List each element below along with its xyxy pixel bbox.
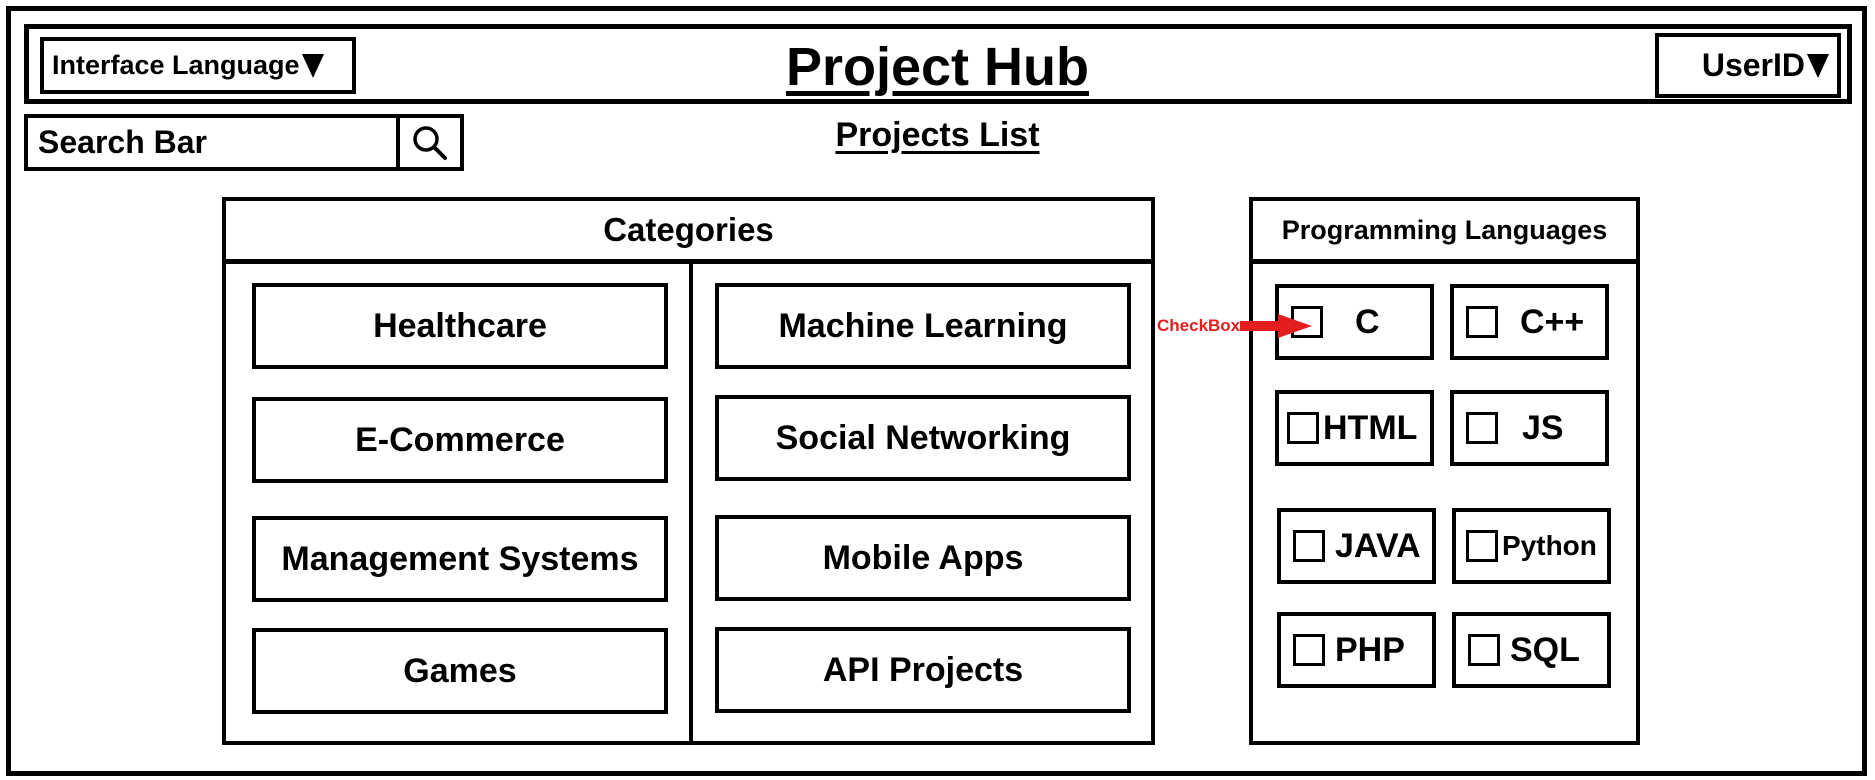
category-button-e-commerce[interactable]: E-Commerce bbox=[252, 397, 668, 483]
language-label: SQL bbox=[1510, 630, 1580, 669]
user-id-label: UserID bbox=[1701, 47, 1805, 83]
category-label: E-Commerce bbox=[355, 420, 565, 459]
category-button-social-networking[interactable]: Social Networking bbox=[715, 395, 1131, 481]
checkbox[interactable] bbox=[1293, 530, 1325, 562]
language-label: JAVA bbox=[1335, 526, 1421, 565]
user-id-dropdown[interactable]: UserID bbox=[1655, 33, 1841, 98]
dropdown-caret-icon bbox=[1807, 53, 1829, 78]
category-button-mobile-apps[interactable]: Mobile Apps bbox=[715, 515, 1131, 601]
programming-languages-panel: Programming Languages C C++ HTML JS JAVA… bbox=[1249, 197, 1640, 745]
language-option-python[interactable]: Python bbox=[1452, 508, 1611, 584]
category-label: Management Systems bbox=[281, 539, 639, 578]
categories-panel: Categories Healthcare E-Commerce Managem… bbox=[222, 197, 1155, 745]
category-button-management-systems[interactable]: Management Systems bbox=[252, 516, 668, 602]
checkbox[interactable] bbox=[1287, 412, 1319, 444]
language-option-js[interactable]: JS bbox=[1450, 390, 1609, 466]
category-label: Machine Learning bbox=[778, 306, 1068, 345]
language-label: PHP bbox=[1335, 630, 1405, 669]
category-label: Social Networking bbox=[775, 418, 1071, 457]
language-option-sql[interactable]: SQL bbox=[1452, 612, 1611, 688]
red-arrow-icon bbox=[1240, 314, 1313, 338]
language-label: Python bbox=[1502, 530, 1597, 561]
category-label: Mobile Apps bbox=[822, 538, 1024, 577]
category-button-machine-learning[interactable]: Machine Learning bbox=[715, 283, 1131, 369]
column-divider bbox=[689, 259, 693, 741]
checkbox[interactable] bbox=[1468, 634, 1500, 666]
language-label: HTML bbox=[1323, 408, 1418, 447]
category-label: API Projects bbox=[822, 650, 1024, 689]
language-label: C++ bbox=[1520, 302, 1585, 341]
checkbox[interactable] bbox=[1293, 634, 1325, 666]
language-option-html[interactable]: HTML bbox=[1275, 390, 1434, 466]
language-option-java[interactable]: JAVA bbox=[1277, 508, 1436, 584]
category-button-healthcare[interactable]: Healthcare bbox=[252, 283, 668, 369]
category-button-api-projects[interactable]: API Projects bbox=[715, 627, 1131, 713]
checkbox[interactable] bbox=[1466, 306, 1498, 338]
category-label: Games bbox=[403, 651, 517, 690]
language-option-php[interactable]: PHP bbox=[1277, 612, 1436, 688]
annotation-label: CheckBox bbox=[1157, 316, 1241, 335]
projects-list-heading: Projects List bbox=[835, 116, 1040, 154]
categories-heading: Categories bbox=[226, 201, 1151, 264]
checkbox-annotation: CheckBox bbox=[1157, 314, 1313, 338]
programming-languages-heading: Programming Languages bbox=[1253, 201, 1636, 264]
category-button-games[interactable]: Games bbox=[252, 628, 668, 714]
checkbox[interactable] bbox=[1466, 412, 1498, 444]
language-label: JS bbox=[1522, 408, 1564, 447]
checkbox[interactable] bbox=[1466, 530, 1498, 562]
page-title: Project Hub bbox=[785, 37, 1090, 97]
language-option-cpp[interactable]: C++ bbox=[1450, 284, 1609, 360]
language-label: C bbox=[1355, 302, 1380, 341]
category-label: Healthcare bbox=[373, 306, 547, 345]
